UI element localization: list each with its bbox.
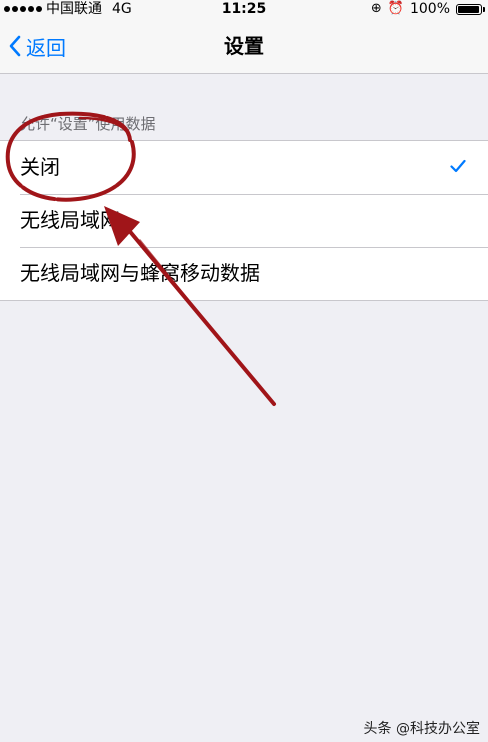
status-bar: 中国联通 4G 11:25 ⊕ ⏰ 100% xyxy=(0,0,488,18)
option-label: 关闭 xyxy=(20,155,60,179)
option-off[interactable]: 关闭 xyxy=(0,141,488,194)
option-wlan[interactable]: 无线局域网 xyxy=(0,194,488,247)
watermark: 头条 @科技办公室 xyxy=(363,721,480,737)
data-usage-options-list: 关闭 无线局域网 无线局域网与蜂窝移动数据 xyxy=(0,140,488,301)
page-title: 设置 xyxy=(224,34,264,58)
battery-icon xyxy=(456,3,485,15)
status-right: ⊕ ⏰ 100% xyxy=(370,0,485,18)
option-label: 无线局域网 xyxy=(20,208,120,232)
checkmark-icon xyxy=(450,159,466,173)
alarm-clock-icon: ⏰ xyxy=(387,1,404,16)
option-label: 无线局域网与蜂窝移动数据 xyxy=(20,261,260,285)
rotation-lock-icon: ⊕ xyxy=(370,1,382,16)
annotation-overlay xyxy=(5,111,276,406)
battery-fill xyxy=(458,5,479,13)
battery-percent: 100% xyxy=(409,1,450,17)
option-wlan-cellular[interactable]: 无线局域网与蜂窝移动数据 xyxy=(0,247,488,300)
section-header: 允许“设置”使用数据 xyxy=(20,115,156,133)
navigation-bar: 返回 设置 xyxy=(0,18,488,74)
